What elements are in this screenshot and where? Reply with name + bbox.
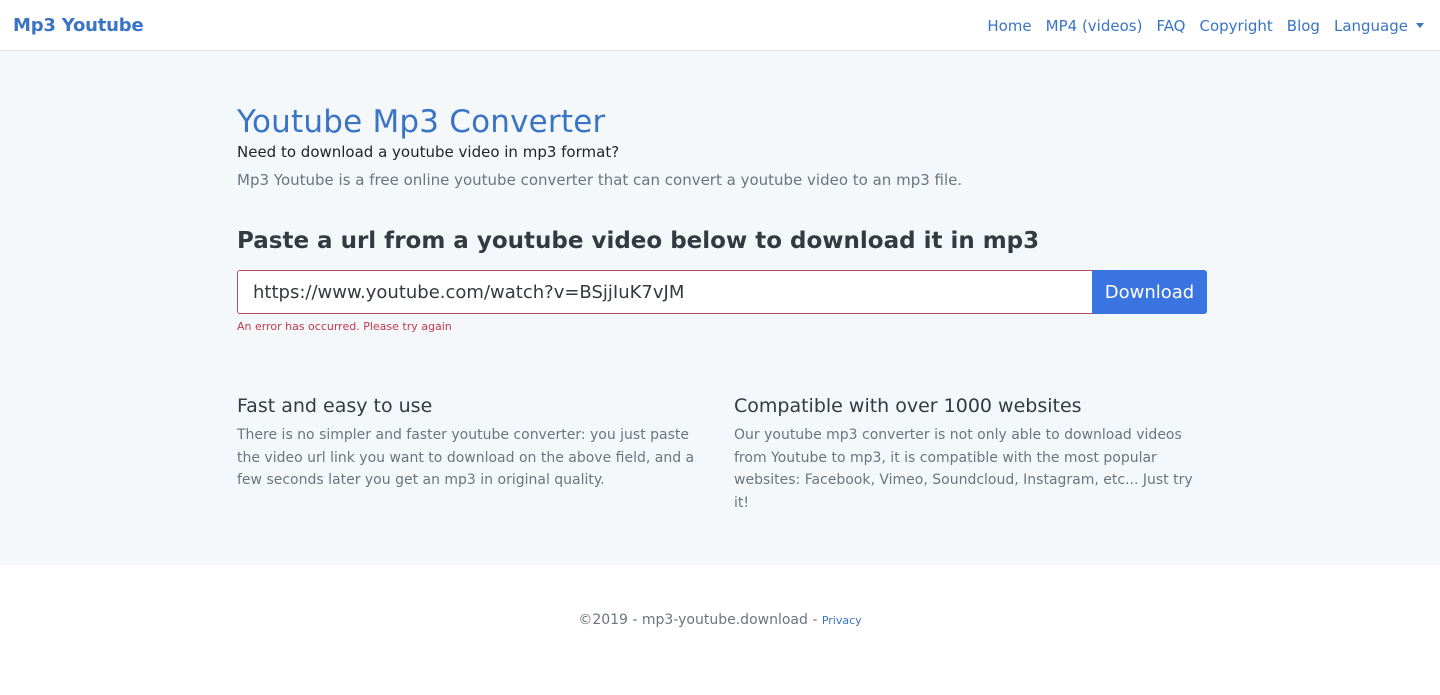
page-footer: ©2019 - mp3-youtube.download - Privacy bbox=[0, 565, 1440, 695]
feature-fast-easy: Fast and easy to use There is no simpler… bbox=[237, 395, 697, 492]
nav-item-mp4: MP4 (videos) bbox=[1046, 16, 1143, 35]
nav-link-blog[interactable]: Blog bbox=[1287, 17, 1320, 35]
lead-text: Need to download a youtube video in mp3 … bbox=[237, 143, 620, 161]
page-title: Youtube Mp3 Converter bbox=[237, 104, 606, 140]
nav-link-mp4-videos[interactable]: MP4 (videos) bbox=[1046, 17, 1143, 35]
url-input[interactable] bbox=[237, 270, 1092, 314]
hero-section: Youtube Mp3 Converter Need to download a… bbox=[0, 51, 1440, 565]
nav-menu: Home MP4 (videos) FAQ Copyright Blog Lan… bbox=[973, 16, 1424, 35]
nav-link-home[interactable]: Home bbox=[987, 17, 1031, 35]
feature-compatible: Compatible with over 1000 websites Our y… bbox=[734, 395, 1194, 514]
nav-item-copyright: Copyright bbox=[1200, 16, 1273, 35]
nav-link-faq[interactable]: FAQ bbox=[1156, 17, 1185, 35]
footer-copyright: ©2019 - mp3-youtube.download - bbox=[578, 612, 822, 628]
nav-item-faq: FAQ bbox=[1156, 16, 1185, 35]
description-text: Mp3 Youtube is a free online youtube con… bbox=[237, 171, 963, 189]
feature-text: There is no simpler and faster youtube c… bbox=[237, 427, 695, 488]
nav-item-language: Language bbox=[1334, 16, 1424, 35]
feature-text: Our youtube mp3 converter is not only ab… bbox=[734, 427, 1193, 511]
top-navbar: Mp3 Youtube Home MP4 (videos) FAQ Copyri… bbox=[0, 0, 1440, 51]
feature-title: Compatible with over 1000 websites bbox=[734, 395, 1082, 417]
privacy-link[interactable]: Privacy bbox=[822, 614, 862, 627]
convert-form: Download bbox=[237, 270, 1207, 314]
nav-item-blog: Blog bbox=[1287, 16, 1320, 35]
language-dropdown-toggle[interactable]: Language bbox=[1334, 17, 1424, 35]
language-label: Language bbox=[1333, 16, 1408, 35]
download-button[interactable]: Download bbox=[1092, 270, 1207, 314]
nav-link-copyright[interactable]: Copyright bbox=[1200, 17, 1273, 35]
url-prompt-heading: Paste a url from a youtube video below t… bbox=[237, 228, 1040, 254]
error-message: An error has occurred. Please try again bbox=[237, 320, 452, 333]
feature-title: Fast and easy to use bbox=[237, 395, 433, 417]
brand-logo-link[interactable]: Mp3 Youtube bbox=[13, 15, 144, 36]
nav-item-home: Home bbox=[987, 16, 1031, 35]
footer-text: ©2019 - mp3-youtube.download - Privacy bbox=[0, 612, 1440, 628]
caret-down-icon bbox=[1416, 22, 1424, 28]
